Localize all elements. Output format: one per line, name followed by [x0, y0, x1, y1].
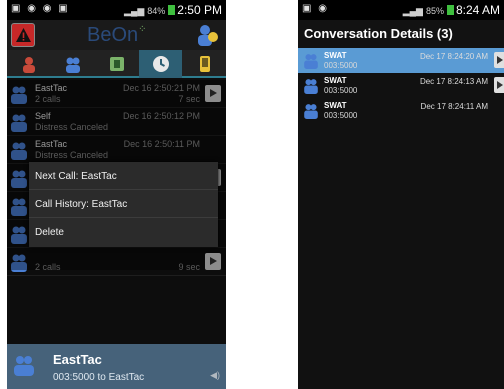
status-icons: ▣ ◉ [302, 3, 329, 14]
status-bar: ▣ ◉ ◉ ▣ ▂▄▆ 84% 2:50 PM [7, 0, 226, 20]
signal-icon: ▂▄▆ [402, 6, 423, 16]
status-icons: ▣ ◉ ◉ ▣ [11, 3, 70, 14]
context-menu-item[interactable]: Delete [29, 218, 218, 246]
active-call-detail: 003:5000 to EastTac [53, 372, 145, 383]
conversation-time: Dec 17 8:24:13 AM [419, 77, 488, 86]
speaker-icon[interactable]: ◀) [210, 370, 220, 381]
conversation-row[interactable]: SWAT 003:5000 Dec 17 8:24:13 AM [298, 73, 504, 98]
conversation-name: SWAT [324, 101, 347, 110]
user-profile-icon[interactable] [196, 24, 220, 46]
left-phone-screen: ▣ ◉ ◉ ▣ ▂▄▆ 84% 2:50 PM BeOn⁘ EastTac 2 … [7, 0, 226, 389]
page-title: Conversation Details (3) [304, 26, 453, 41]
app-logo: BeOn⁘ [87, 24, 147, 46]
status-bar: ▣ ◉ ▂▄▆ 85% 8:24 AM [298, 0, 504, 20]
signal-icon: ▂▄▆ [124, 6, 145, 16]
tab-history[interactable] [139, 50, 182, 78]
conversation-unit: 003:5000 [324, 61, 358, 70]
play-icon[interactable] [494, 77, 504, 93]
group-avatar-icon [304, 54, 318, 69]
group-avatar-icon [304, 104, 318, 119]
context-menu-item[interactable]: Call History: EastTac [29, 190, 218, 218]
group-avatar-icon [304, 79, 318, 94]
group-avatar [303, 52, 319, 69]
conversation-name: SWAT [324, 51, 347, 60]
groups-icon [65, 57, 80, 73]
active-call-panel[interactable]: EastTac 003:5000 to EastTac ◀) [7, 344, 226, 389]
conversation-unit: 003:5000 [324, 111, 358, 120]
conversation-time: Dec 17 8:24:11 AM [420, 102, 488, 111]
conversation-list: SWAT 003:5000 Dec 17 8:24:20 AM SWAT 003… [298, 48, 504, 123]
conversation-unit: 003:5000 [324, 86, 358, 95]
tab-groups[interactable] [51, 50, 94, 78]
context-menu: Next Call: EastTac Call History: EastTac D… [29, 162, 218, 247]
group-avatar [303, 102, 319, 119]
map-icon [109, 57, 124, 71]
device-settings-icon [199, 56, 210, 72]
battery-icon [168, 5, 176, 15]
clock: 2:50 PM [177, 3, 222, 17]
conversation-time: Dec 17 8:24:20 AM [419, 52, 488, 61]
emergency-alert-button[interactable] [11, 23, 35, 47]
active-call-name: EastTac [53, 352, 102, 367]
battery-icon [446, 5, 454, 15]
app-header: BeOn⁘ [7, 20, 226, 50]
tab-settings[interactable] [183, 50, 226, 78]
play-icon[interactable] [494, 52, 504, 68]
right-phone-screen: ▣ ◉ ▂▄▆ 85% 8:24 AM Conversation Details (… [298, 0, 504, 389]
title-bar: Conversation Details (3) [298, 20, 504, 48]
battery-level: 85% [425, 6, 444, 16]
clock-icon [152, 56, 169, 72]
contacts-icon [22, 57, 35, 73]
conversation-row[interactable]: SWAT 003:5000 Dec 17 8:24:11 AM [298, 98, 504, 123]
group-avatar-icon [14, 356, 34, 376]
group-avatar [303, 77, 319, 94]
warning-icon [16, 28, 31, 42]
tab-contacts[interactable] [7, 50, 50, 78]
clock: 8:24 AM [455, 3, 500, 17]
battery-level: 84% [147, 6, 166, 16]
conversation-row[interactable]: SWAT 003:5000 Dec 17 8:24:20 AM [298, 48, 504, 73]
tab-map[interactable] [95, 50, 138, 78]
conversation-name: SWAT [324, 76, 347, 85]
context-menu-item[interactable]: Next Call: EastTac [29, 162, 218, 190]
tab-bar [7, 50, 226, 78]
